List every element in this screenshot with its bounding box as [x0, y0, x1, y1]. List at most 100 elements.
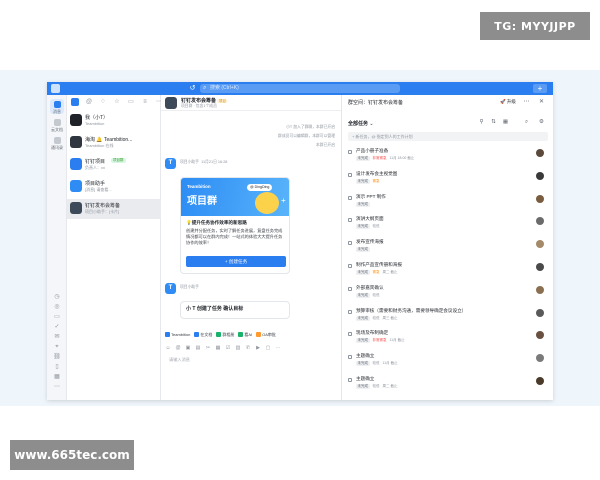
device-icon[interactable]: ▯ [53, 363, 61, 371]
task-row[interactable]: 主题确立 未完成 较低 周二 截止 [348, 375, 548, 398]
chat-list-item[interactable]: 项目助手 [消息] 请查看... [67, 177, 161, 197]
assignee-avatar[interactable] [536, 263, 544, 271]
task-checkbox[interactable] [348, 264, 352, 268]
app-shortcut[interactable]: Teambition [165, 332, 190, 337]
at-icon[interactable]: @ [85, 98, 93, 106]
task-row[interactable]: 产品小册子准备 未完成 非常紧急 11月 18:00 截止 [348, 147, 548, 170]
more-icon[interactable]: ⋯ [275, 345, 281, 351]
new-task-input[interactable]: + 新任务，@ 指定到人的工作计划 [348, 132, 548, 141]
create-task-button[interactable]: + 创建任务 [186, 256, 286, 267]
assignee-avatar[interactable] [536, 149, 544, 157]
task-row[interactable]: 演讲大纲页面 未完成 较低 [348, 215, 548, 238]
file-icon[interactable]: ▤ [195, 345, 201, 351]
app-shortcut[interactable]: OA审批 [256, 332, 276, 338]
task-row[interactable]: 现场及布制确定 未完成 非常紧急 11月 截止 [348, 329, 548, 352]
check-icon[interactable]: ✓ [53, 323, 61, 331]
globe-icon[interactable]: ◎ [53, 303, 61, 311]
task-checkbox[interactable] [348, 195, 352, 200]
assignee-avatar[interactable] [536, 285, 544, 294]
bell-icon[interactable]: ♢ [99, 98, 107, 106]
assignee-avatar[interactable] [536, 171, 544, 180]
assignee-avatar[interactable] [536, 217, 544, 226]
doc-icon[interactable]: ▢ [265, 345, 271, 351]
tag-icon[interactable]: ⌖ [53, 343, 61, 351]
task-checkbox[interactable] [348, 218, 352, 223]
upgrade-button[interactable]: 🚀 升级 [500, 99, 516, 105]
filter-icon[interactable]: ⚲ [478, 119, 485, 126]
search-input[interactable]: 搜索 (Ctrl+K) [200, 84, 400, 93]
status-badge: 未完成 [356, 156, 370, 161]
app-shortcut[interactable]: 看AI [238, 332, 252, 338]
view-icon[interactable]: ▦ [502, 119, 509, 126]
folder-icon[interactable]: ▭ [127, 98, 135, 106]
calendar-icon[interactable]: ▦ [215, 345, 221, 351]
task-created-card[interactable]: 小 T 创建了任务 确认目标 [180, 301, 290, 319]
task-checkbox[interactable] [348, 286, 352, 291]
task-checkbox[interactable] [348, 150, 352, 154]
image-icon[interactable]: ▣ [185, 345, 191, 351]
task-checkbox[interactable] [348, 241, 352, 246]
task-row[interactable]: 制作产品宣传册和海报 未完成 紧急 周二 截止 [348, 261, 548, 284]
list-icon[interactable]: ≡ [141, 98, 149, 106]
phone-icon[interactable]: ✆ [245, 345, 251, 351]
video-icon[interactable]: ▶ [255, 345, 261, 351]
chat-list-item[interactable]: 我（小T） Teambition [67, 111, 161, 131]
vote-icon[interactable]: ▥ [235, 345, 241, 351]
star-icon[interactable]: ☆ [113, 98, 121, 106]
close-icon[interactable]: ✕ [538, 99, 545, 106]
avatar[interactable] [71, 98, 79, 106]
more-icon[interactable]: ⋯ [53, 383, 61, 391]
task-row[interactable]: 演示 PPT 制作 未完成 [348, 193, 548, 216]
assignee-avatar[interactable] [536, 308, 544, 317]
task-checkbox[interactable] [348, 332, 352, 337]
assignee-avatar[interactable] [536, 240, 544, 249]
assignee-avatar[interactable] [536, 194, 544, 203]
emoji-icon[interactable]: ☺ [165, 345, 171, 351]
sort-icon[interactable]: ⇅ [490, 119, 497, 126]
grid-icon[interactable]: ▦ [53, 373, 61, 381]
search-icon[interactable]: ⌕ [523, 119, 530, 126]
history-icon[interactable]: ↺ [188, 84, 197, 93]
task-checkbox[interactable] [348, 378, 352, 382]
assignee-avatar[interactable] [536, 377, 544, 385]
app-shortcut[interactable]: 群相册 [216, 332, 234, 338]
at-icon[interactable]: @ [175, 345, 181, 351]
rail-item-1[interactable]: 云文档 [50, 117, 64, 132]
chat-list-item[interactable]: 钉钉项目 项目群 负责人：xx [67, 155, 161, 175]
task-checkbox[interactable] [348, 172, 352, 177]
task-checkbox[interactable] [348, 355, 352, 360]
folder-icon[interactable]: ▭ [53, 313, 61, 321]
task-checkbox[interactable] [348, 309, 352, 314]
mail-icon[interactable]: ✉ [53, 333, 61, 341]
assignee-avatar[interactable] [536, 354, 544, 363]
due-date: 11月 截止 [382, 361, 398, 366]
link-icon[interactable]: ⛓ [53, 353, 61, 361]
task-row[interactable]: 预算审核（需要和财务沟通，需要领导确定会议设立） 未完成 较低 周三 截止 [348, 307, 548, 330]
assignee-avatar[interactable] [536, 331, 544, 340]
task-filter-dropdown[interactable]: 全部任务 ⌄ [348, 120, 374, 127]
chevron-down-icon: ⌄ [369, 121, 374, 127]
settings-icon[interactable]: ⚙ [538, 119, 545, 126]
chat-list-item[interactable]: 钉钉发布会筹备 项目小助手：[卡片] [67, 199, 161, 219]
task-row[interactable]: 设计发布会主视觉图 未完成 紧急 [348, 170, 548, 193]
app-shortcut[interactable]: 在文档 [194, 332, 212, 338]
calendar-icon[interactable]: ◷ [53, 293, 61, 301]
task-row[interactable]: 外部嘉宾确认 未完成 较低 [348, 284, 548, 307]
scissors-icon[interactable]: ✂ [205, 345, 211, 351]
chat-avatar[interactable] [165, 97, 177, 109]
message-input[interactable]: 请输入消息 [169, 357, 190, 363]
bot-avatar[interactable]: T [165, 283, 176, 294]
bot-avatar[interactable]: T [165, 158, 176, 169]
task-icon[interactable]: ☑ [225, 345, 231, 351]
rail-item-0[interactable]: 消息 [50, 99, 64, 114]
chat-list-item[interactable]: 海淘 🔔 Teambition... Teambition 在线 [67, 133, 161, 153]
card-heading: 💡提升任务协作效率的新思路 [186, 220, 247, 225]
app-label: 在文档 [200, 331, 213, 337]
more-icon[interactable]: ⋯ [523, 99, 530, 106]
due-date: 11月 18:00 截止 [389, 156, 415, 160]
task-title: 演讲大纲页面 [356, 216, 384, 222]
task-row[interactable]: 主题确立 未完成 较低 11月 截止 [348, 352, 548, 375]
task-row[interactable]: 发布宣传海报 未完成 [348, 238, 548, 261]
rail-item-2[interactable]: 通讯录 [50, 135, 64, 150]
create-button[interactable]: + [533, 84, 547, 93]
